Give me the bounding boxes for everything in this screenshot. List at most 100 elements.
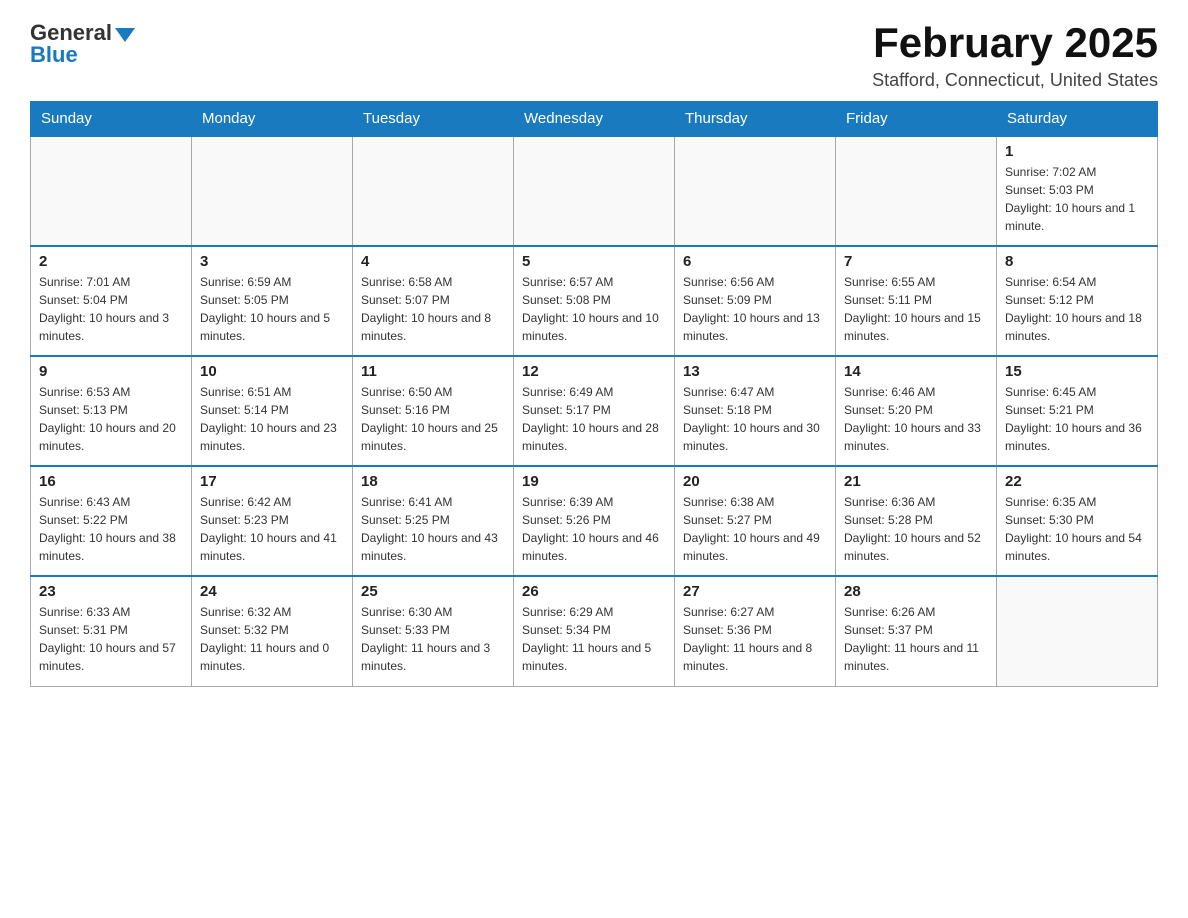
- day-number: 19: [522, 473, 666, 490]
- calendar-cell: 19 Sunrise: 6:39 AMSunset: 5:26 PMDayligh…: [514, 466, 675, 576]
- day-info: Sunrise: 6:33 AMSunset: 5:31 PMDaylight:…: [39, 603, 183, 675]
- calendar-cell: 1 Sunrise: 7:02 AMSunset: 5:03 PMDaylight…: [997, 136, 1158, 246]
- calendar-cell: [192, 136, 353, 246]
- calendar-cell: 20 Sunrise: 6:38 AMSunset: 5:27 PMDayligh…: [675, 466, 836, 576]
- day-number: 16: [39, 473, 183, 490]
- logo-arrow-icon: [115, 28, 135, 42]
- calendar-cell: 26Sunrise: 6:29 AMSunset: 5:34 PMDayligh…: [514, 576, 675, 686]
- day-info: Sunrise: 6:51 AMSunset: 5:14 PMDaylight:…: [200, 383, 344, 455]
- day-info: Sunrise: 6:32 AMSunset: 5:32 PMDaylight:…: [200, 603, 344, 675]
- day-number: 25: [361, 583, 505, 600]
- day-info: Sunrise: 6:30 AMSunset: 5:33 PMDaylight:…: [361, 603, 505, 675]
- day-info: Sunrise: 6:56 AMSunset: 5:09 PMDaylight:…: [683, 273, 827, 345]
- day-number: 20: [683, 473, 827, 490]
- day-info: Sunrise: 6:46 AMSunset: 5:20 PMDaylight:…: [844, 383, 988, 455]
- calendar-cell: 10 Sunrise: 6:51 AMSunset: 5:14 PMDayligh…: [192, 356, 353, 466]
- calendar-cell: 12Sunrise: 6:49 AMSunset: 5:17 PMDayligh…: [514, 356, 675, 466]
- calendar-cell: 3 Sunrise: 6:59 AMSunset: 5:05 PMDaylight…: [192, 246, 353, 356]
- logo-blue-label: Blue: [30, 42, 78, 68]
- day-number: 11: [361, 363, 505, 380]
- day-number: 24: [200, 583, 344, 600]
- day-info: Sunrise: 6:55 AMSunset: 5:11 PMDaylight:…: [844, 273, 988, 345]
- calendar-cell: [31, 136, 192, 246]
- calendar-cell: 16 Sunrise: 6:43 AMSunset: 5:22 PMDayligh…: [31, 466, 192, 576]
- day-number: 2: [39, 253, 183, 270]
- day-number: 6: [683, 253, 827, 270]
- calendar-cell: 8 Sunrise: 6:54 AMSunset: 5:12 PMDaylight…: [997, 246, 1158, 356]
- calendar-header-sunday: Sunday: [31, 102, 192, 137]
- day-number: 4: [361, 253, 505, 270]
- calendar-week-row-4: 16 Sunrise: 6:43 AMSunset: 5:22 PMDayligh…: [31, 466, 1158, 576]
- calendar-week-row-3: 9 Sunrise: 6:53 AMSunset: 5:13 PMDaylight…: [31, 356, 1158, 466]
- day-number: 15: [1005, 363, 1149, 380]
- calendar-header-tuesday: Tuesday: [353, 102, 514, 137]
- day-info: Sunrise: 6:38 AMSunset: 5:27 PMDaylight:…: [683, 493, 827, 565]
- day-info: Sunrise: 6:53 AMSunset: 5:13 PMDaylight:…: [39, 383, 183, 455]
- calendar-cell: 21Sunrise: 6:36 AMSunset: 5:28 PMDayligh…: [836, 466, 997, 576]
- day-info: Sunrise: 6:57 AMSunset: 5:08 PMDaylight:…: [522, 273, 666, 345]
- day-info: Sunrise: 6:45 AMSunset: 5:21 PMDaylight:…: [1005, 383, 1149, 455]
- month-title: February 2025: [872, 20, 1158, 66]
- calendar-cell: 5 Sunrise: 6:57 AMSunset: 5:08 PMDaylight…: [514, 246, 675, 356]
- calendar-table: SundayMondayTuesdayWednesdayThursdayFrid…: [30, 101, 1158, 687]
- day-number: 13: [683, 363, 827, 380]
- calendar-cell: 15 Sunrise: 6:45 AMSunset: 5:21 PMDayligh…: [997, 356, 1158, 466]
- day-number: 7: [844, 253, 988, 270]
- calendar-cell: 4Sunrise: 6:58 AMSunset: 5:07 PMDaylight…: [353, 246, 514, 356]
- day-number: 23: [39, 583, 183, 600]
- day-info: Sunrise: 6:43 AMSunset: 5:22 PMDaylight:…: [39, 493, 183, 565]
- day-number: 10: [200, 363, 344, 380]
- day-number: 28: [844, 583, 988, 600]
- location-label: Stafford, Connecticut, United States: [872, 70, 1158, 91]
- day-number: 18: [361, 473, 505, 490]
- day-info: Sunrise: 6:59 AMSunset: 5:05 PMDaylight:…: [200, 273, 344, 345]
- day-number: 22: [1005, 473, 1149, 490]
- day-number: 21: [844, 473, 988, 490]
- calendar-cell: [836, 136, 997, 246]
- calendar-header-wednesday: Wednesday: [514, 102, 675, 137]
- day-number: 14: [844, 363, 988, 380]
- day-info: Sunrise: 6:27 AMSunset: 5:36 PMDaylight:…: [683, 603, 827, 675]
- day-number: 27: [683, 583, 827, 600]
- calendar-header-monday: Monday: [192, 102, 353, 137]
- day-number: 8: [1005, 253, 1149, 270]
- day-info: Sunrise: 6:26 AMSunset: 5:37 PMDaylight:…: [844, 603, 988, 675]
- day-info: Sunrise: 6:39 AMSunset: 5:26 PMDaylight:…: [522, 493, 666, 565]
- day-info: Sunrise: 7:02 AMSunset: 5:03 PMDaylight:…: [1005, 163, 1149, 235]
- day-info: Sunrise: 6:35 AMSunset: 5:30 PMDaylight:…: [1005, 493, 1149, 565]
- calendar-cell: 24 Sunrise: 6:32 AMSunset: 5:32 PMDayligh…: [192, 576, 353, 686]
- day-number: 1: [1005, 143, 1149, 160]
- calendar-header-friday: Friday: [836, 102, 997, 137]
- day-info: Sunrise: 6:41 AMSunset: 5:25 PMDaylight:…: [361, 493, 505, 565]
- calendar-cell: 22 Sunrise: 6:35 AMSunset: 5:30 PMDayligh…: [997, 466, 1158, 576]
- calendar-cell: 27 Sunrise: 6:27 AMSunset: 5:36 PMDayligh…: [675, 576, 836, 686]
- calendar-cell: 6 Sunrise: 6:56 AMSunset: 5:09 PMDaylight…: [675, 246, 836, 356]
- calendar-cell: 14 Sunrise: 6:46 AMSunset: 5:20 PMDayligh…: [836, 356, 997, 466]
- calendar-cell: 17Sunrise: 6:42 AMSunset: 5:23 PMDayligh…: [192, 466, 353, 576]
- day-info: Sunrise: 6:42 AMSunset: 5:23 PMDaylight:…: [200, 493, 344, 565]
- calendar-header-saturday: Saturday: [997, 102, 1158, 137]
- calendar-week-row-2: 2Sunrise: 7:01 AMSunset: 5:04 PMDaylight…: [31, 246, 1158, 356]
- calendar-cell: 23 Sunrise: 6:33 AMSunset: 5:31 PMDayligh…: [31, 576, 192, 686]
- calendar-header-thursday: Thursday: [675, 102, 836, 137]
- day-number: 26: [522, 583, 666, 600]
- calendar-cell: [997, 576, 1158, 686]
- calendar-cell: [353, 136, 514, 246]
- day-number: 3: [200, 253, 344, 270]
- calendar-cell: 28 Sunrise: 6:26 AMSunset: 5:37 PMDayligh…: [836, 576, 997, 686]
- day-number: 5: [522, 253, 666, 270]
- day-info: Sunrise: 6:49 AMSunset: 5:17 PMDaylight:…: [522, 383, 666, 455]
- calendar-cell: 25 Sunrise: 6:30 AMSunset: 5:33 PMDayligh…: [353, 576, 514, 686]
- page-header: General Blue February 2025 Stafford, Con…: [30, 20, 1158, 91]
- calendar-cell: [675, 136, 836, 246]
- day-number: 9: [39, 363, 183, 380]
- calendar-cell: 9 Sunrise: 6:53 AMSunset: 5:13 PMDaylight…: [31, 356, 192, 466]
- calendar-week-row-1: 1 Sunrise: 7:02 AMSunset: 5:03 PMDaylight…: [31, 136, 1158, 246]
- day-info: Sunrise: 6:50 AMSunset: 5:16 PMDaylight:…: [361, 383, 505, 455]
- calendar-header-row: SundayMondayTuesdayWednesdayThursdayFrid…: [31, 102, 1158, 137]
- calendar-cell: 11 Sunrise: 6:50 AMSunset: 5:16 PMDayligh…: [353, 356, 514, 466]
- day-info: Sunrise: 6:54 AMSunset: 5:12 PMDaylight:…: [1005, 273, 1149, 345]
- calendar-cell: 2Sunrise: 7:01 AMSunset: 5:04 PMDaylight…: [31, 246, 192, 356]
- calendar-cell: 18 Sunrise: 6:41 AMSunset: 5:25 PMDayligh…: [353, 466, 514, 576]
- day-info: Sunrise: 6:47 AMSunset: 5:18 PMDaylight:…: [683, 383, 827, 455]
